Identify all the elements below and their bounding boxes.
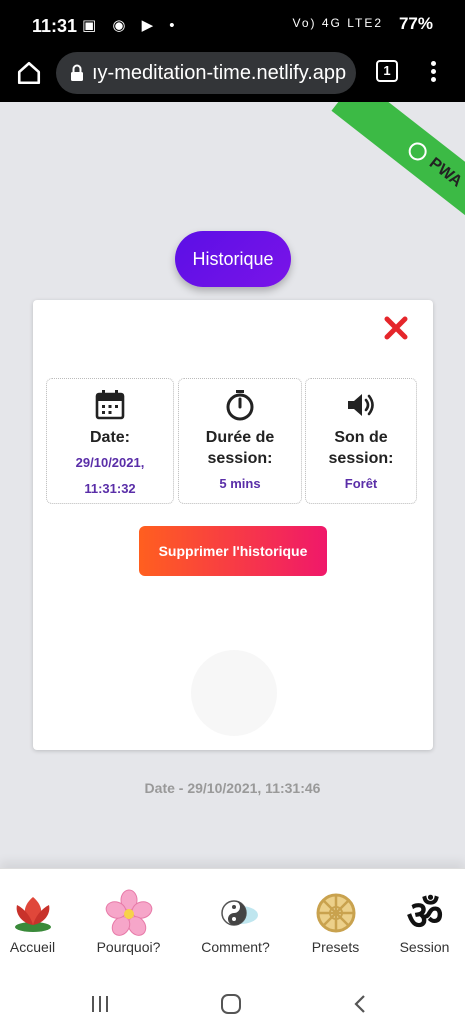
date-label: Date: (89, 429, 130, 446)
pwa-label: PWA (425, 154, 465, 191)
lock-icon (71, 64, 83, 81)
sound-label-line2: session: (328, 450, 394, 467)
battery-level: 77% (398, 14, 433, 33)
home-nav-icon[interactable] (220, 994, 242, 1014)
status-time: 11:31 (32, 16, 78, 36)
history-card: Date: 29/10/2021, 11:31:32 Durée de sess… (33, 300, 433, 750)
pwa-ribbon[interactable]: PWA (331, 102, 465, 252)
duration-info-box: Durée de session: 5 mins (178, 378, 302, 504)
duration-label-line1: Durée de (205, 429, 275, 446)
flower-icon (105, 889, 152, 936)
network-indicator: Vo) 4G LTE2 (292, 16, 383, 30)
date-value-line1: 29/10/2021, (75, 455, 145, 470)
url-bar: ıy-meditation-time.netlify.app 1 (0, 50, 465, 102)
address-field[interactable]: ıy-meditation-time.netlify.app (56, 52, 356, 94)
duration-label-line2: session: (207, 450, 273, 467)
recent-apps-icon[interactable] (90, 994, 110, 1014)
status-bar: 11:31 ▣ ◉ ▶ • Vo) 4G LTE2 77% (0, 0, 465, 50)
close-icon[interactable] (383, 315, 409, 341)
speaker-icon (348, 394, 374, 416)
home-icon[interactable] (16, 60, 42, 86)
nav-label: Session (399, 939, 450, 955)
faded-circle-decoration (191, 650, 277, 736)
notification-icons: ▣ ◉ ▶ • (82, 17, 181, 34)
nav-label: Comment? (201, 939, 270, 955)
back-icon[interactable] (352, 994, 368, 1014)
historique-button[interactable]: Historique (175, 231, 291, 287)
nav-label: Presets (311, 939, 360, 955)
sound-value: Forêt (344, 476, 378, 491)
duration-value: 5 mins (219, 476, 261, 491)
stopwatch-icon (226, 390, 254, 421)
sound-label-line1: Son de (334, 429, 388, 446)
yin-yang-icon (220, 900, 258, 926)
nav-item-comment[interactable]: Comment? (189, 869, 282, 979)
delete-history-button[interactable]: Supprimer l'historique (139, 526, 327, 576)
om-icon: ॐ (406, 893, 442, 937)
nav-item-accueil[interactable]: Accueil (0, 869, 79, 979)
nav-label: Accueil (9, 939, 56, 955)
system-navigation-bar (0, 978, 465, 1033)
pwa-ribbon-container: PWA (265, 102, 465, 252)
calendar-icon (95, 390, 125, 420)
nav-item-pourquoi[interactable]: Pourquoi? (82, 869, 175, 979)
clock-icon (404, 138, 431, 164)
sound-info-box: Son de session: Forêt (305, 378, 417, 504)
svg-text:ॐ: ॐ (406, 893, 442, 937)
date-info-box: Date: 29/10/2021, 11:31:32 (46, 378, 174, 504)
nav-label: Pourquoi? (96, 939, 161, 955)
last-session-date: Date - 29/10/2021, 11:31:46 (144, 780, 321, 796)
date-value-line2: 11:31:32 (84, 481, 136, 496)
url-text: ıy-meditation-time.netlify.app (92, 62, 347, 84)
lotus-icon (14, 897, 51, 932)
nav-item-session[interactable]: ॐ Session (378, 869, 465, 979)
more-menu-icon[interactable] (426, 58, 440, 86)
bottom-navigation: Accueil Pourquoi? Comment? Presets ॐ Ses… (0, 868, 465, 978)
tab-switcher-button[interactable]: 1 (376, 60, 398, 82)
dharma-wheel-icon (316, 893, 355, 933)
nav-item-presets[interactable]: Presets (289, 869, 382, 979)
browser-chrome: 11:31 ▣ ◉ ▶ • Vo) 4G LTE2 77% ıy-meditat… (0, 0, 465, 102)
